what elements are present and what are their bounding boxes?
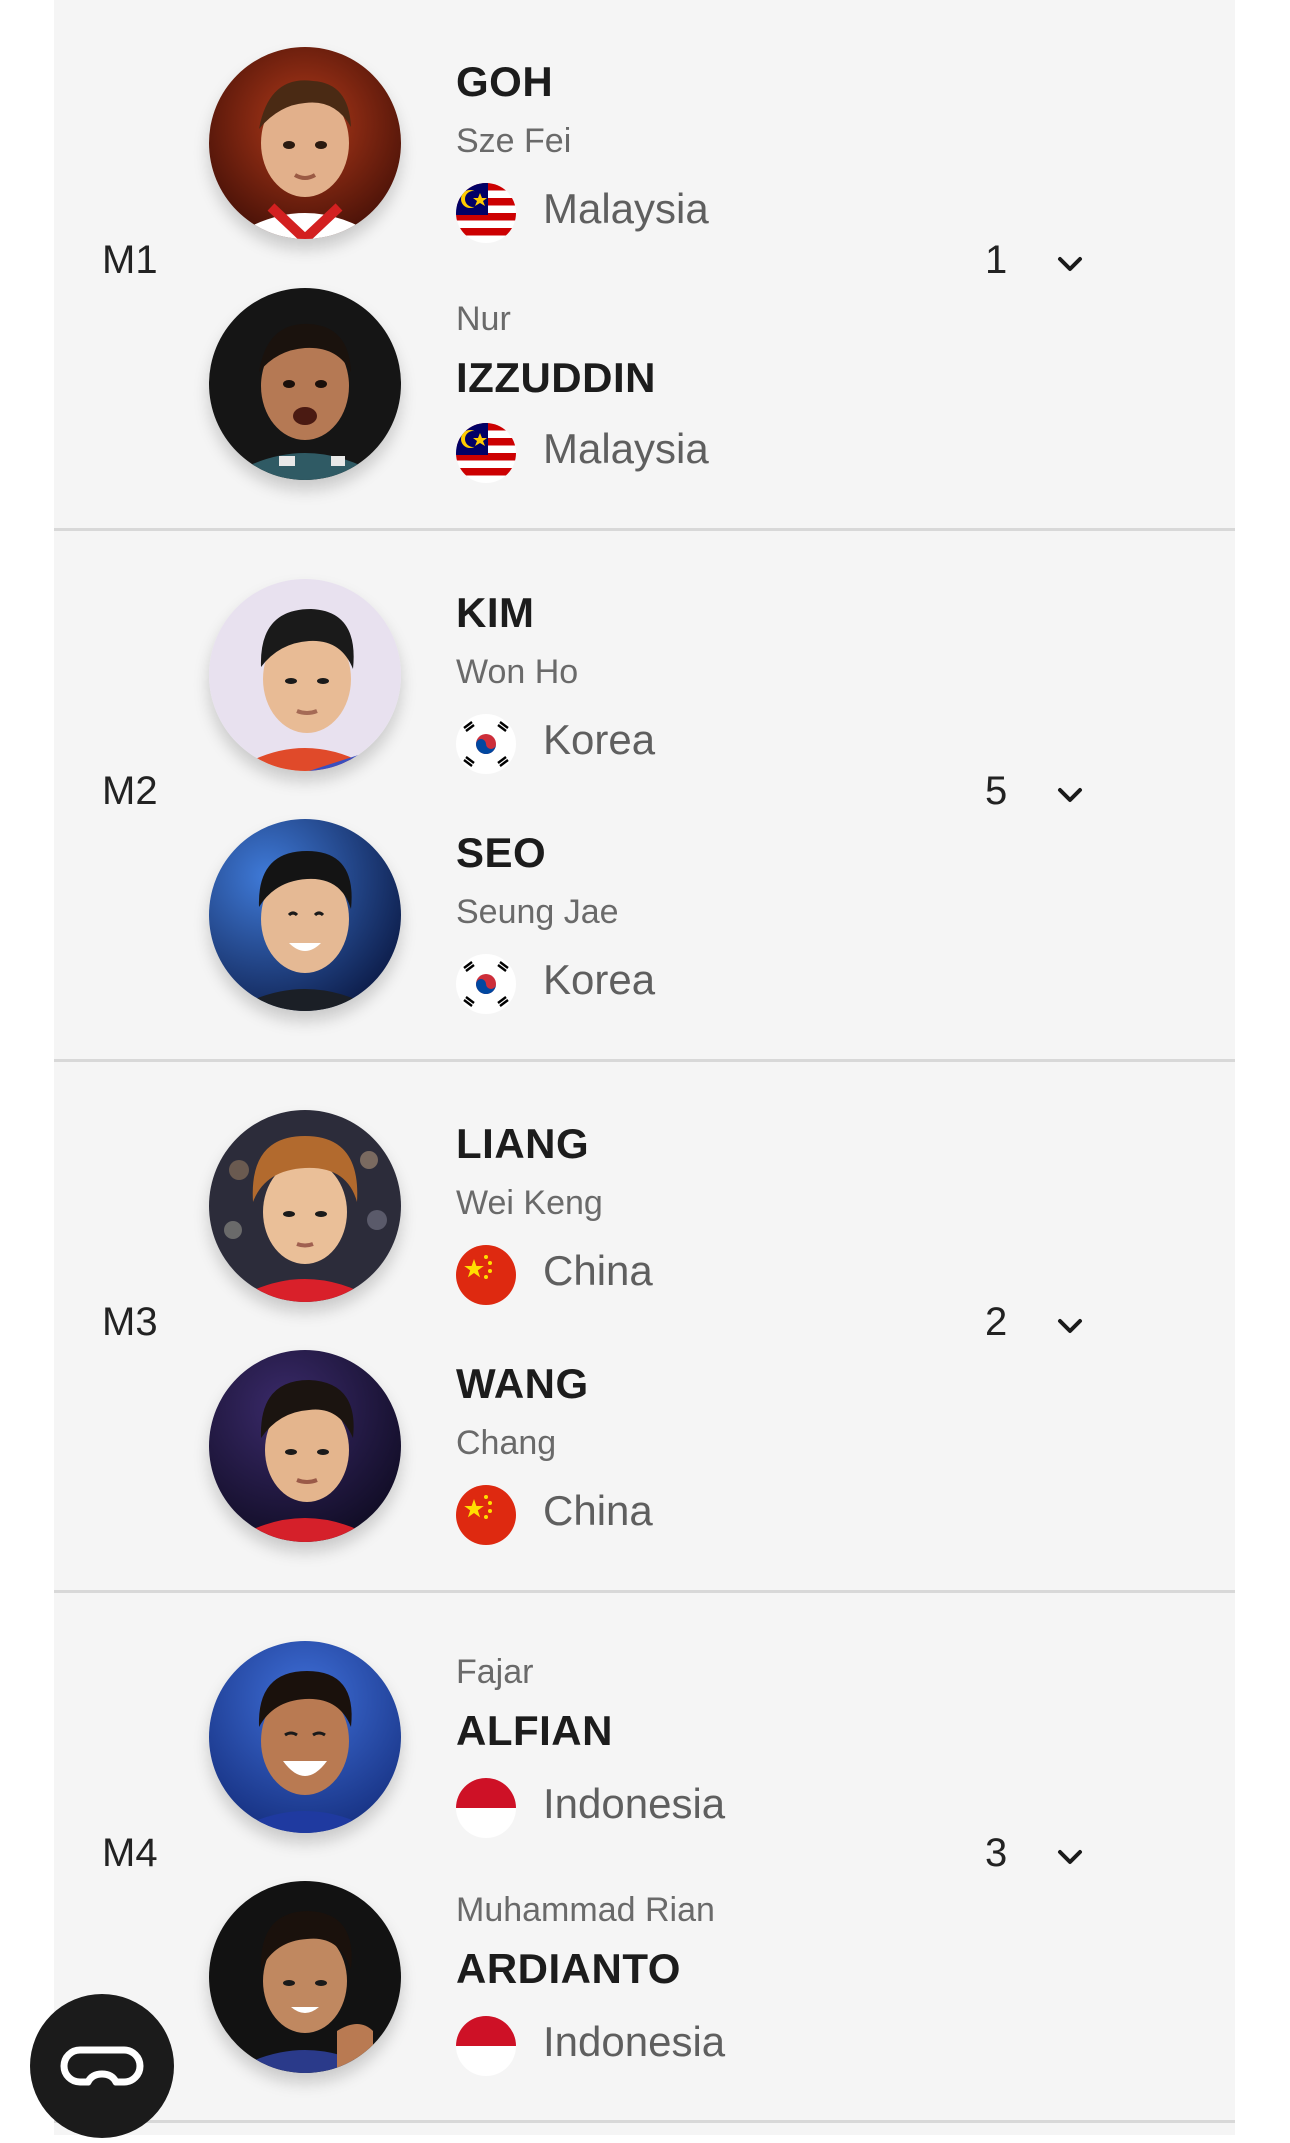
player-given-name: Wei Keng bbox=[456, 1184, 603, 1222]
player-given-name: Won Ho bbox=[456, 653, 579, 691]
match-label: M2 bbox=[102, 769, 158, 813]
player-ardianto: Muhammad Rian ARDIANTO Indonesia bbox=[456, 1891, 1016, 2091]
match-score: 3 bbox=[985, 1831, 1008, 1875]
player-avatar-ardianto bbox=[209, 1881, 401, 2073]
player-surname: KIM bbox=[456, 589, 535, 636]
match-score: 5 bbox=[985, 769, 1008, 813]
player-surname: ARDIANTO bbox=[456, 1945, 681, 1992]
player-country: Korea bbox=[543, 716, 656, 763]
chevron-down-icon[interactable] bbox=[1052, 777, 1088, 813]
player-alfian: Fajar ALFIAN Indonesia bbox=[456, 1653, 1016, 1853]
player-country: China bbox=[543, 1247, 653, 1294]
match-row-m3[interactable]: M3 LIANG Wei Keng China WANG Chang China… bbox=[54, 1062, 1235, 1592]
malaysia-flag-icon bbox=[456, 423, 516, 483]
eye-mask-icon bbox=[60, 2046, 144, 2086]
player-country: Indonesia bbox=[543, 1780, 726, 1827]
player-given-name: Nur bbox=[456, 300, 511, 338]
row-divider bbox=[54, 2120, 1235, 2123]
player-surname: ALFIAN bbox=[456, 1707, 613, 1754]
floating-action-button[interactable] bbox=[30, 1994, 174, 2138]
player-country: China bbox=[543, 1487, 653, 1534]
player-izzuddin: Nur IZZUDDIN Malaysia bbox=[456, 298, 1016, 498]
player-avatar-seo bbox=[209, 819, 401, 1011]
player-given-name: Muhammad Rian bbox=[456, 1891, 715, 1929]
match-score: 1 bbox=[985, 238, 1008, 282]
match-score: 2 bbox=[985, 1300, 1008, 1344]
china-flag-icon bbox=[456, 1245, 516, 1305]
player-given-name: Chang bbox=[456, 1424, 557, 1462]
player-wang: WANG Chang China bbox=[456, 1360, 1016, 1560]
player-surname: SEO bbox=[456, 829, 547, 876]
match-label: M3 bbox=[102, 1300, 158, 1344]
player-given-name: Fajar bbox=[456, 1653, 534, 1691]
player-country: Indonesia bbox=[543, 2018, 726, 2065]
match-row-m4[interactable]: M4 Fajar ALFIAN Indonesia Muhammad Rian … bbox=[54, 1593, 1235, 2123]
player-liang: LIANG Wei Keng China bbox=[456, 1120, 1016, 1320]
chevron-down-icon[interactable] bbox=[1052, 246, 1088, 282]
player-avatar-kim bbox=[209, 579, 401, 771]
indonesia-flag-icon bbox=[456, 2016, 516, 2076]
player-given-name: Sze Fei bbox=[456, 122, 572, 160]
player-avatar-wang bbox=[209, 1350, 401, 1542]
player-surname: LIANG bbox=[456, 1120, 590, 1167]
match-row-m2[interactable]: M2 KIM Won Ho Korea SEO Seung Jae Korea … bbox=[54, 531, 1235, 1061]
match-label: M4 bbox=[102, 1831, 158, 1875]
player-surname: IZZUDDIN bbox=[456, 354, 656, 401]
player-avatar-goh bbox=[209, 47, 401, 239]
player-surname: GOH bbox=[456, 58, 554, 105]
chevron-down-icon[interactable] bbox=[1052, 1308, 1088, 1344]
player-kim: KIM Won Ho Korea bbox=[456, 589, 1016, 789]
player-country: Malaysia bbox=[543, 185, 709, 232]
chevron-down-icon[interactable] bbox=[1052, 1839, 1088, 1875]
player-avatar-izzuddin bbox=[209, 288, 401, 480]
player-avatar-alfian bbox=[209, 1641, 401, 1833]
indonesia-flag-icon bbox=[456, 1778, 516, 1838]
player-country: Malaysia bbox=[543, 425, 709, 472]
player-avatar-liang bbox=[209, 1110, 401, 1302]
player-seo: SEO Seung Jae Korea bbox=[456, 829, 1016, 1029]
match-row-m1[interactable]: M1 GOH Sze Fei Malaysia Nur IZZUDDIN Mal… bbox=[54, 0, 1235, 530]
china-flag-icon bbox=[456, 1485, 516, 1545]
player-surname: WANG bbox=[456, 1360, 589, 1407]
malaysia-flag-icon bbox=[456, 183, 516, 243]
korea-flag-icon bbox=[456, 714, 516, 774]
player-goh: GOH Sze Fei Malaysia bbox=[456, 58, 1016, 258]
match-label: M1 bbox=[102, 238, 158, 282]
player-given-name: Seung Jae bbox=[456, 893, 619, 931]
player-country: Korea bbox=[543, 956, 656, 1003]
korea-flag-icon bbox=[456, 954, 516, 1014]
